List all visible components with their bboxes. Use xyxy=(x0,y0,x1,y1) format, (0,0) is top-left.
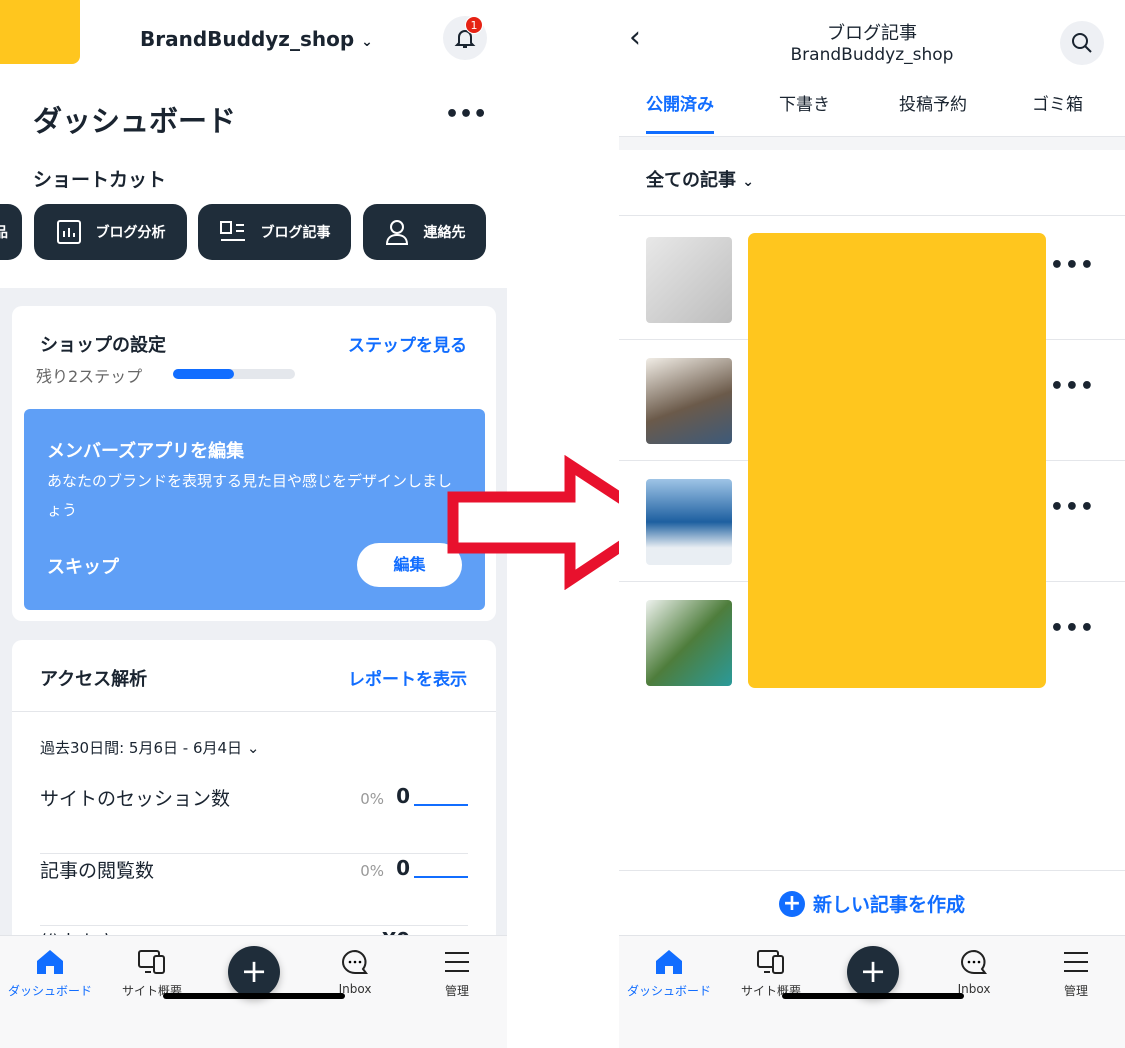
view-steps-link[interactable]: ステップを見る xyxy=(348,331,467,356)
sparkline xyxy=(414,804,468,806)
create-button[interactable]: + xyxy=(847,946,899,998)
menu-icon xyxy=(1026,948,1125,976)
tab-2[interactable]: 投稿予約 xyxy=(899,90,967,115)
page-title: ブログ記事 xyxy=(827,23,917,44)
create-button[interactable]: + xyxy=(228,946,280,998)
post-more-button[interactable]: ••• xyxy=(1050,253,1095,278)
chevron-down-icon: ⌄ xyxy=(742,174,755,190)
plus-icon: + xyxy=(240,952,268,990)
more-options-button[interactable]: ••• xyxy=(445,102,487,127)
date-range-dropdown[interactable]: 過去30日間: 5月6日 - 6月4日 ⌄ xyxy=(40,737,259,758)
chevron-down-icon: ⌄ xyxy=(361,34,373,50)
bottom-nav: ダッシュボード サイト概要 + Inbox 管理 xyxy=(619,935,1125,1048)
promo-body: あなたのブランドを表現する見た目や感じをデザインしましょう xyxy=(47,472,453,519)
analytics-card: アクセス解析 レポートを表示 過去30日間: 5月6日 - 6月4日 ⌄ サイト… xyxy=(12,640,496,960)
nav-item-4[interactable]: 管理 xyxy=(407,948,507,999)
person-icon xyxy=(385,220,408,245)
nav-item-0[interactable]: ダッシュボード xyxy=(619,948,719,999)
plus-circle-icon: + xyxy=(778,890,805,917)
tab-3[interactable]: ゴミ箱 xyxy=(1032,90,1083,115)
shortcut-blog-posts[interactable]: ブログ記事 xyxy=(198,204,351,260)
card-title: アクセス解析 xyxy=(40,669,148,690)
metric-row[interactable]: 記事の閲覧数 0% 0 xyxy=(40,854,468,926)
post-more-button[interactable]: ••• xyxy=(1050,374,1095,399)
promo-box: メンバーズアプリを編集 あなたのブランドを表現する見た目や感じをデザインしましょ… xyxy=(24,409,485,610)
notifications-button[interactable]: 1 xyxy=(443,16,487,60)
page-subtitle: BrandBuddyz_shop xyxy=(790,45,954,65)
home-indicator xyxy=(782,993,964,999)
filter-dropdown[interactable]: 全ての記事 ⌄ xyxy=(646,166,754,192)
metric-value: 0 xyxy=(396,784,410,808)
nav-item-4[interactable]: 管理 xyxy=(1026,948,1125,999)
chat-icon xyxy=(305,948,405,976)
nav-item-1[interactable]: サイト概要 xyxy=(721,948,821,999)
metric-value: 0 xyxy=(396,856,410,880)
shop-setup-card: ショップの設定 ステップを見る 残り2ステップ メンバーズアプリを編集 あなたの… xyxy=(12,306,496,621)
tab-1[interactable]: 下書き xyxy=(779,90,830,115)
promo-title: メンバーズアプリを編集 xyxy=(47,441,245,462)
metric-change: 0% xyxy=(360,790,384,808)
metric-label: 記事の閲覧数 xyxy=(40,860,155,882)
redacted-logo xyxy=(0,0,80,64)
menu-icon xyxy=(407,948,507,976)
post-more-button[interactable]: ••• xyxy=(1050,495,1095,520)
steps-remaining: 残り2ステップ xyxy=(36,367,143,386)
post-thumbnail-sea-view xyxy=(646,479,732,565)
home-icon xyxy=(619,948,719,976)
setup-progress-bar xyxy=(173,369,295,379)
chart-icon xyxy=(56,220,81,244)
chevron-down-icon: ⌄ xyxy=(246,739,260,757)
redacted-post-titles xyxy=(748,233,1046,688)
sparkline xyxy=(414,876,468,878)
search-button[interactable] xyxy=(1060,21,1104,65)
shortcut-blog-analytics[interactable]: ブログ分析 xyxy=(34,204,187,260)
site-switcher[interactable]: BrandBuddyz_shop ⌄ xyxy=(140,27,373,51)
shortcut-products[interactable]: 品 xyxy=(0,204,22,260)
nav-item-0[interactable]: ダッシュボード xyxy=(0,948,100,999)
post-thumbnail-man-working xyxy=(646,358,732,444)
notification-badge: 1 xyxy=(465,16,483,34)
nav-item-1[interactable]: サイト概要 xyxy=(102,948,202,999)
page-title: ダッシュボード xyxy=(33,104,237,138)
skip-button[interactable]: スキップ xyxy=(47,553,119,579)
article-icon xyxy=(219,221,245,241)
home-indicator xyxy=(163,993,345,999)
bottom-nav: ダッシュボード サイト概要 + Inbox 管理 xyxy=(0,935,507,1048)
shortcuts-heading: ショートカット xyxy=(33,169,167,191)
home-icon xyxy=(0,948,100,976)
search-icon xyxy=(1072,33,1092,53)
metric-row[interactable]: サイトのセッション数 0% 0 xyxy=(40,782,468,854)
view-report-link[interactable]: レポートを表示 xyxy=(348,665,467,690)
dashboard-screen: BrandBuddyz_shop ⌄ 1 ダッシュボード ••• ショートカット… xyxy=(0,0,507,1048)
plus-icon: + xyxy=(859,952,887,990)
create-post-button[interactable]: + 新しい記事を作成 xyxy=(619,890,1125,917)
blog-posts-screen: ‹ ブログ記事 BrandBuddyz_shop 公開済み 下書き 投稿予約 ゴミ箱 … xyxy=(619,0,1125,1048)
tab-0[interactable]: 公開済み xyxy=(646,90,714,134)
chat-icon xyxy=(924,948,1024,976)
card-title: ショップの設定 xyxy=(40,335,166,356)
post-thumbnail-plants xyxy=(646,600,732,686)
post-thumbnail-sneakers xyxy=(646,237,732,323)
nav-item-3[interactable]: Inbox xyxy=(924,948,1024,996)
shop-name: BrandBuddyz_shop xyxy=(140,27,355,51)
metric-label: サイトのセッション数 xyxy=(40,788,231,810)
metric-change: 0% xyxy=(360,862,384,880)
devices-icon xyxy=(102,948,202,976)
nav-item-3[interactable]: Inbox xyxy=(305,948,405,996)
devices-icon xyxy=(721,948,821,976)
post-more-button[interactable]: ••• xyxy=(1050,616,1095,641)
shortcut-contacts[interactable]: 連絡先 xyxy=(363,204,486,260)
